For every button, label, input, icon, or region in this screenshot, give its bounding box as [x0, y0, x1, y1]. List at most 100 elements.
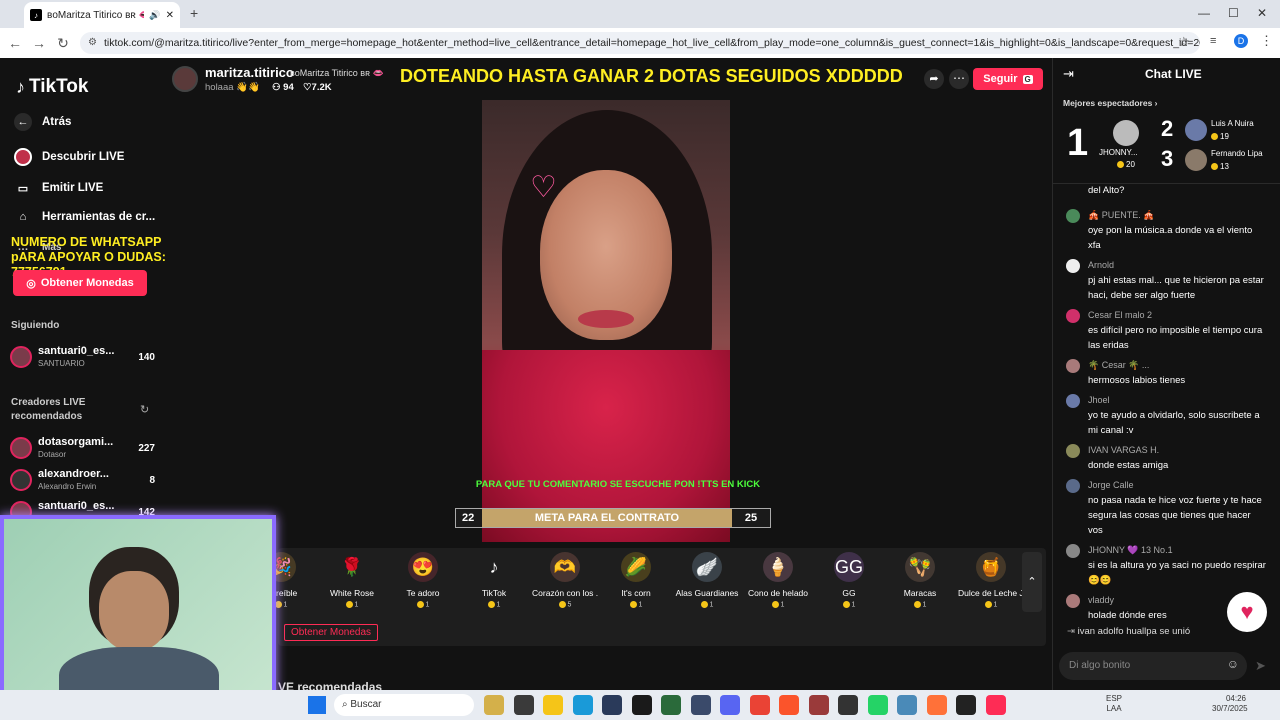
coin-icon: [842, 601, 850, 608]
share-icon[interactable]: ➦: [924, 69, 944, 89]
recommended-user[interactable]: alexandroer... Alexandro Erwin 8: [10, 467, 155, 495]
emoji-icon[interactable]: ☺: [1227, 657, 1239, 671]
site-settings-icon[interactable]: ⚙: [88, 37, 97, 48]
send-icon[interactable]: ➤: [1255, 658, 1266, 674]
tiktok-logo[interactable]: ♪ TikTok: [16, 76, 88, 98]
taskbar-app-icon[interactable]: [749, 695, 770, 715]
minimize-button[interactable]: —: [1198, 6, 1210, 20]
taskbar-app-icon[interactable]: [808, 695, 829, 715]
chat-message[interactable]: IVAN VARGAS H. donde estas amiga: [1066, 443, 1266, 473]
gift-item[interactable]: 🪇 Maracas 1: [887, 552, 953, 608]
taskbar-app-icon[interactable]: [631, 695, 652, 715]
gift-item[interactable]: GG GG 1: [816, 552, 882, 608]
chat-message[interactable]: del Alto?: [1066, 183, 1266, 198]
chat-username: Arnold: [1088, 260, 1115, 270]
windows-start-icon[interactable]: [308, 696, 326, 714]
taskbar-app-icon[interactable]: [779, 695, 799, 715]
gift-icon: 🌽: [621, 552, 651, 582]
taskbar-app-icon[interactable]: [661, 695, 681, 715]
chat-input[interactable]: Di algo bonito ☺: [1059, 652, 1247, 680]
chat-message[interactable]: Jhoel yo te ayudo a olvidarlo, solo suscr…: [1066, 393, 1266, 438]
top-viewers-heading[interactable]: Mejores espectadores ›: [1063, 98, 1158, 108]
following-user[interactable]: santuari0_es... SANTUARIO 140: [10, 344, 155, 372]
gift-item[interactable]: 🍯 Dulce de Leche Jar 1: [958, 552, 1024, 608]
browser-menu-icon[interactable]: ⋮: [1260, 33, 1273, 49]
chat-message[interactable]: 🌴 Cesar 🌴 ... hermosos labios tienes: [1066, 358, 1266, 388]
speaker-icon[interactable]: 🔊: [149, 10, 160, 21]
language-indicator[interactable]: ESP LAA: [1106, 694, 1122, 714]
get-coins-button[interactable]: ◎ Obtener Monedas: [13, 270, 147, 296]
chat-message[interactable]: 🎪 PUENTE. 🎪 oye pon la música.a donde va …: [1066, 208, 1266, 253]
sidebar-item-discover-live[interactable]: Descubrir LIVE: [14, 148, 124, 166]
browser-tab[interactable]: ♪ ʙoMaritza Titirico ʙʀ 👄 (@ 🔊 ✕: [24, 2, 180, 28]
recommended-user[interactable]: dotasorgami... Dotasor 227: [10, 435, 155, 463]
chat-message[interactable]: vladdy holade dónde eres: [1066, 593, 1266, 623]
streamer-avatar[interactable]: [172, 66, 198, 92]
taskbar-app-icon[interactable]: [720, 695, 740, 715]
chat-username: Jorge Calle: [1088, 480, 1134, 490]
gift-item[interactable]: 🫶 Corazón con los ... 5: [532, 552, 598, 608]
gift-item[interactable]: ♪ TikTok 1: [461, 552, 527, 609]
gift-icon: 🪽: [692, 552, 722, 582]
chat-message[interactable]: Arnold pj ahi estas mal... que te hiciero…: [1066, 258, 1266, 303]
top-viewer-avatar[interactable]: [1185, 149, 1207, 171]
sidebar-item-go-live[interactable]: ▭ Emitir LIVE: [14, 179, 104, 197]
back-arrow-icon[interactable]: ←: [3, 35, 27, 51]
taskbar-app-icon[interactable]: [602, 695, 622, 715]
taskbar-app-icon[interactable]: [543, 695, 563, 715]
gift-item[interactable]: 😍 Te adoro 1: [390, 552, 456, 608]
taskbar-app-icon[interactable]: [484, 695, 504, 715]
profile-avatar[interactable]: D: [1234, 34, 1248, 48]
taskbar-app-icon[interactable]: [956, 695, 976, 715]
taskbar-search[interactable]: ⌕ Buscar: [334, 694, 474, 716]
top-viewer-avatar[interactable]: [1113, 120, 1139, 146]
goal-bar: 22 META PARA EL CONTRATO 25: [455, 508, 771, 528]
live-video[interactable]: ♡: [482, 100, 730, 542]
taskbar-app-icon[interactable]: [690, 695, 711, 715]
gift-item[interactable]: 🪽 Alas Guardianes 1: [674, 552, 740, 608]
reload-icon[interactable]: ↻: [51, 35, 75, 52]
forward-arrow-icon[interactable]: →: [27, 35, 51, 51]
coin-icon: [1211, 133, 1218, 141]
obtain-coins-link[interactable]: Obtener Monedas: [284, 624, 379, 641]
chat-message[interactable]: JHONNY 💜 13 No.1 si es la altura yo ya sa…: [1066, 543, 1266, 588]
top-viewer-avatar[interactable]: [1185, 119, 1207, 141]
bookmark-star-icon[interactable]: ☆: [1178, 34, 1190, 50]
close-window-button[interactable]: ✕: [1257, 6, 1267, 20]
taskbar-app-icon[interactable]: [897, 695, 917, 715]
expand-gifts-chevron-icon[interactable]: ⌃: [1022, 552, 1042, 612]
streamer-username[interactable]: maritza.titirico: [205, 65, 294, 80]
taskbar-app-icon[interactable]: [985, 695, 1006, 715]
gift-item[interactable]: 🌽 It's corn 1: [603, 552, 669, 608]
reading-list-icon[interactable]: ≡: [1210, 35, 1216, 47]
user-sub: Dotasor: [38, 450, 67, 459]
taskbar-app-icon[interactable]: [513, 695, 534, 715]
back-link[interactable]: ← Atrás: [14, 113, 71, 131]
tab-close-icon[interactable]: ✕: [166, 10, 174, 21]
stream-header: maritza.titirico ʙoMaritza Titirico ʙʀ 👄…: [160, 58, 1052, 100]
collapse-chat-icon[interactable]: ⇥: [1063, 66, 1074, 82]
new-tab-button[interactable]: +: [190, 5, 198, 21]
more-options-icon[interactable]: ⋯: [949, 69, 969, 89]
chat-message[interactable]: Jorge Calle no pasa nada te hice voz fuer…: [1066, 478, 1266, 538]
gift-item[interactable]: 🍦 Cono de helado 1: [745, 552, 811, 608]
taskbar-app-icon[interactable]: [572, 695, 593, 715]
maximize-button[interactable]: ☐: [1228, 6, 1239, 20]
clock[interactable]: 04:26 30/7/2025: [1212, 694, 1248, 714]
gift-name: TikTok: [481, 588, 507, 598]
top-viewer-name: Fernando Lipa: [1211, 149, 1263, 158]
gift-item[interactable]: 🌹 White Rose 1: [319, 552, 385, 609]
taskbar-app-icon[interactable]: [926, 695, 947, 715]
gift-price-value: 1: [638, 601, 643, 609]
sidebar-item-creator-tools[interactable]: ⌂ Herramientas de cr...: [14, 208, 155, 226]
like-count: ♡7.2K: [303, 82, 332, 93]
follow-button[interactable]: Seguir G: [973, 68, 1043, 90]
refresh-icon[interactable]: ↻: [140, 403, 149, 416]
taskbar-app-icon[interactable]: [838, 695, 858, 715]
user-sub: Alexandro Erwin: [38, 482, 97, 491]
taskbar-app-icon[interactable]: [867, 695, 888, 715]
chat-username: 🌴 Cesar 🌴 ...: [1088, 360, 1150, 370]
chat-title: Chat LIVE: [1145, 67, 1202, 81]
url-field[interactable]: tiktok.com/@maritza.titirico/live?enter_…: [80, 32, 1200, 54]
chat-message[interactable]: Cesar El malo 2 es difícil pero no imposi…: [1066, 308, 1266, 353]
